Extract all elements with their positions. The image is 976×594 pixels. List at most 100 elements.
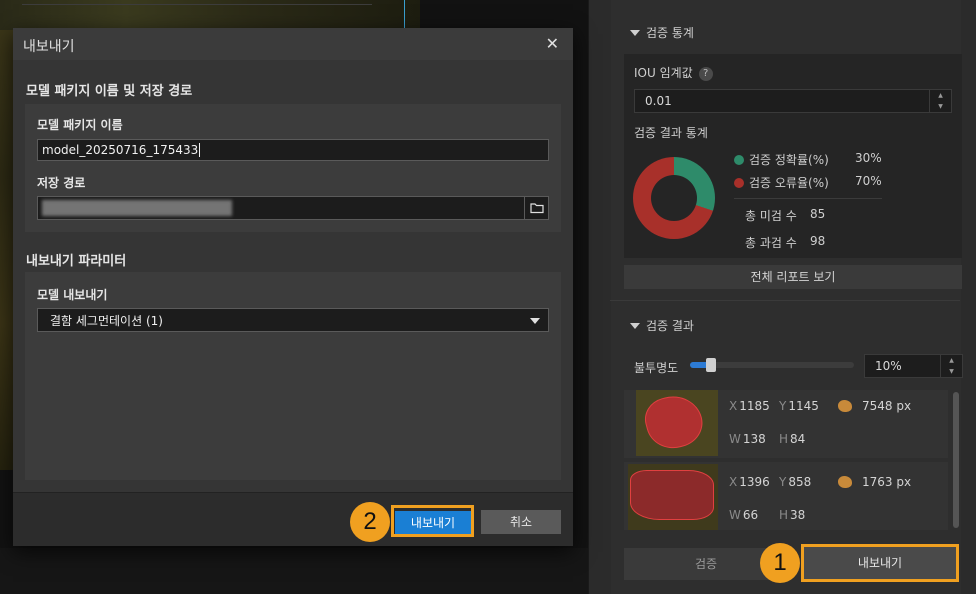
result-w: W 66 <box>729 508 758 522</box>
iou-label-text: IOU 임계값 <box>634 66 693 80</box>
total-overkill-value: 98 <box>810 234 826 248</box>
params-card: 모델 내보내기 결함 세그먼테이션 (1) <box>25 272 561 480</box>
accuracy-value: 30% <box>855 151 882 165</box>
stats-label: 검증 결과 통계 <box>634 126 708 140</box>
w-key: W <box>729 432 741 446</box>
results-section-title: 검증 결과 <box>646 319 694 333</box>
close-icon[interactable]: ✕ <box>546 34 559 53</box>
divider <box>22 4 372 5</box>
w-value: 138 <box>742 432 766 446</box>
h-value: 84 <box>790 432 806 446</box>
dialog-titlebar: 내보내기 ✕ <box>13 28 573 60</box>
defect-blob <box>630 470 714 520</box>
y-value: 858 <box>788 475 812 489</box>
x-value: 1185 <box>739 399 770 413</box>
stats-section-header[interactable]: 검증 통계 <box>630 24 694 41</box>
result-x: X 1185 <box>729 399 770 413</box>
spin-down-icon[interactable]: ▼ <box>930 101 951 112</box>
result-y: Y 858 <box>779 475 811 489</box>
w-key: W <box>729 508 741 522</box>
area-icon <box>838 400 852 412</box>
collapse-arrow-icon <box>630 322 640 329</box>
dialog-body: 모델 패키지 이름 및 저장 경로 모델 패키지 이름 model_202507… <box>13 60 573 492</box>
defect-thumbnail <box>628 464 718 530</box>
total-overkill-label: 총 과검 수 <box>745 236 797 250</box>
result-area: 1763 px <box>862 475 912 489</box>
result-area: 7548 px <box>862 399 912 413</box>
spin-down-icon[interactable]: ▼ <box>941 366 962 377</box>
highlight-box-1 <box>801 544 959 582</box>
accuracy-dot-icon <box>734 154 744 165</box>
iou-label: IOU 임계값? <box>634 64 713 81</box>
iou-spinner[interactable]: ▲ ▼ <box>929 90 951 112</box>
section-package-title: 모델 패키지 이름 및 저장 경로 <box>26 84 193 99</box>
section-divider <box>610 300 960 301</box>
total-missed-value: 85 <box>810 207 826 221</box>
x-key: X <box>729 475 738 489</box>
opacity-input[interactable]: 10% ▲ ▼ <box>864 354 963 378</box>
legend-error: 검증 오류율(%) <box>734 174 829 191</box>
dialog-title: 내보내기 <box>23 39 75 55</box>
package-card: 모델 패키지 이름 model_20250716_175433 저장 경로 <box>25 104 561 232</box>
opacity-slider-handle[interactable] <box>706 358 716 372</box>
error-value: 70% <box>855 174 882 188</box>
total-missed-label: 총 미검 수 <box>745 209 797 223</box>
model-export-select[interactable]: 결함 세그먼테이션 (1) <box>37 308 549 332</box>
package-name-input[interactable]: model_20250716_175433 <box>37 139 549 161</box>
error-dot-icon <box>734 177 744 188</box>
legend-accuracy-label: 검증 정확률(%) <box>749 153 829 167</box>
opacity-label: 불투명도 <box>634 361 679 375</box>
full-report-button[interactable]: 전체 리포트 보기 <box>624 265 962 289</box>
dialog-cancel-button[interactable]: 취소 <box>481 510 561 534</box>
y-value: 1145 <box>788 399 819 413</box>
spin-up-icon[interactable]: ▲ <box>930 90 951 101</box>
collapse-arrow-icon <box>630 29 640 36</box>
package-name-value: model_20250716_175433 <box>42 143 199 157</box>
defect-thumbnail <box>636 390 718 456</box>
result-h: H 84 <box>779 432 805 446</box>
save-path-input[interactable] <box>37 196 549 220</box>
h-key: H <box>779 432 789 446</box>
iou-threshold-input[interactable]: 0.01 ▲ ▼ <box>634 89 952 113</box>
stats-donut-chart <box>633 157 715 239</box>
roi-line <box>404 0 405 30</box>
result-x: X 1396 <box>729 475 770 489</box>
area-icon <box>838 476 852 488</box>
dialog-footer: 내보내기 취소 <box>13 492 573 546</box>
dropdown-arrow-icon <box>530 318 540 324</box>
model-export-label: 모델 내보내기 <box>37 288 108 302</box>
legend-error-label: 검증 오류율(%) <box>749 176 829 190</box>
help-icon[interactable]: ? <box>698 66 713 81</box>
viewer-bottom-bar <box>0 548 588 594</box>
result-w: W 138 <box>729 432 766 446</box>
export-dialog: 내보내기 ✕ 모델 패키지 이름 및 저장 경로 모델 패키지 이름 model… <box>13 28 573 546</box>
defect-blob <box>640 390 708 455</box>
h-key: H <box>779 508 789 522</box>
save-path-label: 저장 경로 <box>37 176 86 190</box>
image-background-left <box>0 30 14 470</box>
opacity-spinner[interactable]: ▲ ▼ <box>940 355 962 377</box>
results-section-header[interactable]: 검증 결과 <box>630 317 694 334</box>
result-y: Y 1145 <box>779 399 819 413</box>
stats-section-title: 검증 통계 <box>646 26 694 40</box>
x-key: X <box>729 399 738 413</box>
folder-icon <box>530 203 544 214</box>
package-name-label: 모델 패키지 이름 <box>37 118 123 132</box>
result-h: H 38 <box>779 508 805 522</box>
opacity-value: 10% <box>875 359 902 373</box>
spin-up-icon[interactable]: ▲ <box>941 355 962 366</box>
text-caret <box>199 143 201 157</box>
legend-accuracy: 검증 정확률(%) <box>734 151 829 168</box>
y-key: Y <box>779 399 787 413</box>
iou-value: 0.01 <box>645 94 672 108</box>
y-key: Y <box>779 475 787 489</box>
step-badge-1: 1 <box>760 543 800 583</box>
save-path-value-blurred <box>42 200 232 216</box>
results-scrollbar[interactable] <box>953 392 959 528</box>
model-export-value: 결함 세그먼테이션 (1) <box>50 313 163 328</box>
browse-folder-button[interactable] <box>524 197 548 219</box>
section-params-title: 내보내기 파라미터 <box>26 254 127 269</box>
w-value: 66 <box>742 508 759 522</box>
step-badge-2: 2 <box>350 502 390 542</box>
x-value: 1396 <box>739 475 770 489</box>
